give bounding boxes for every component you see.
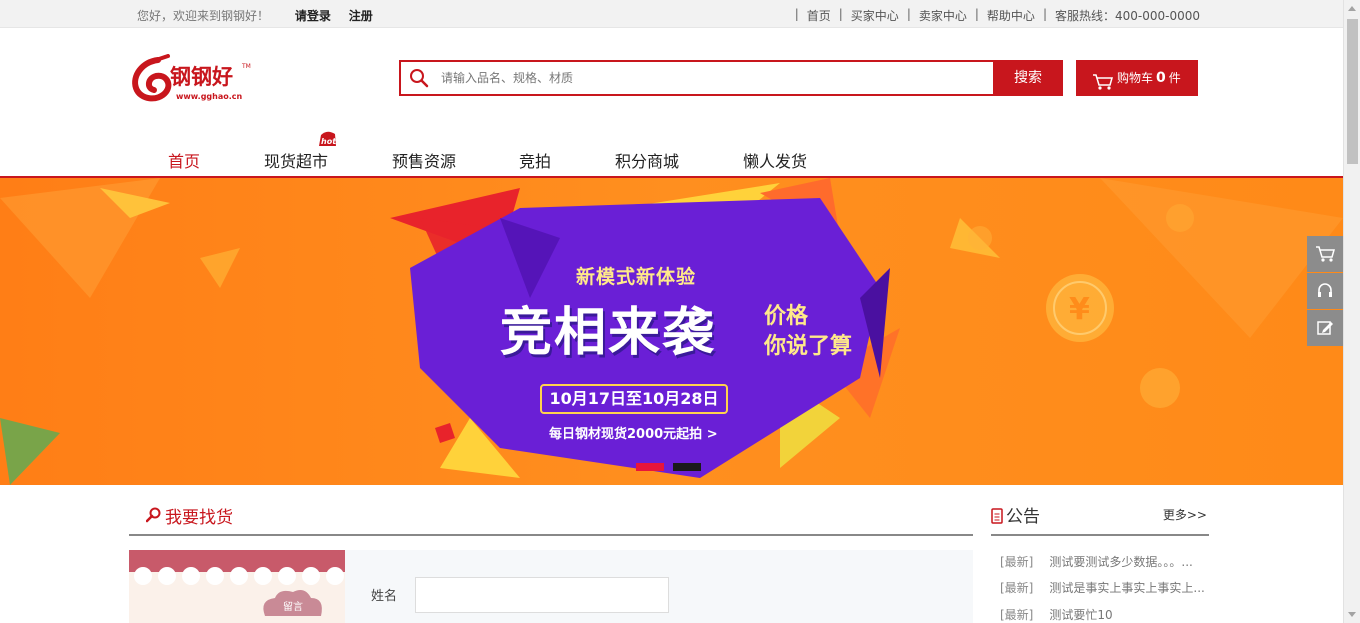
float-cart-button[interactable]	[1307, 236, 1343, 272]
headset-icon	[1318, 283, 1332, 297]
hotline-text: 客服热线：400-000-0000	[1054, 9, 1200, 23]
cart-icon	[1316, 246, 1335, 262]
svg-text:hot: hot	[321, 137, 337, 146]
banner-subtitle: 新模式新体验	[576, 266, 697, 288]
top-link-buyer-center[interactable]: 买家中心	[851, 7, 899, 24]
svg-text:¥: ¥	[1069, 292, 1090, 327]
cart-icon	[1092, 69, 1114, 105]
scrollbar-thumb[interactable]	[1347, 19, 1358, 164]
banner-date: 10月17日至10月28日	[540, 384, 728, 414]
search-bar: 搜索	[399, 60, 1063, 96]
site-logo[interactable]: 钢钢好 TM www.gghao.cn	[128, 54, 258, 104]
cart-label: 购物车	[1117, 71, 1154, 85]
find-goods-header: 我要找货	[129, 500, 973, 536]
svg-text:留言: 留言	[283, 600, 303, 613]
carousel-dot-1[interactable]	[636, 463, 664, 471]
page-scrollbar[interactable]	[1343, 0, 1360, 623]
logo-mark-icon: 钢钢好 TM www.gghao.cn	[132, 54, 251, 102]
logo-name: 钢钢好	[170, 65, 233, 89]
name-input[interactable]	[415, 577, 669, 613]
notice-item[interactable]: [最新] 测试要忙10	[1000, 606, 1113, 623]
banner-slogan: 价格 你说了算	[764, 304, 853, 359]
nav-item-lazy-shipping[interactable]: 懒人发货	[743, 148, 807, 172]
banner-title: 竞相来袭	[500, 303, 717, 363]
nav-item-auction[interactable]: 竞拍	[519, 148, 551, 172]
notice-item[interactable]: [最新] 测试是事实上事实上事实上...	[1000, 579, 1205, 596]
login-link[interactable]: 请登录	[295, 9, 331, 23]
main-nav: 首页 现货超市 预售资源 竞拍 积分商城 懒人发货	[0, 138, 1343, 178]
hot-badge: hot	[316, 131, 338, 147]
banner-cta[interactable]: 每日钢材现货2000元起拍 >	[549, 423, 718, 442]
find-goods-form: 留言 姓名	[129, 550, 973, 623]
cart-unit: 件	[1168, 71, 1181, 85]
cart-count: 0	[1156, 70, 1166, 86]
hero-banner[interactable]: ¥ 新模式新体验 竞相来袭 价格 你说了算 10月17日至10月28日 每日钢材现…	[0, 178, 1343, 485]
register-link[interactable]: 注册	[349, 9, 373, 23]
top-bar-links: | 首页 | 买家中心 | 卖家中心 | 帮助中心 | 客服热线：400-000…	[794, 7, 1200, 24]
top-bar: 您好，欢迎来到钢钢好！ 请登录 注册 | 首页 | 买家中心 | 卖家中心 | …	[0, 0, 1343, 28]
notice-title: 公告	[1006, 507, 1040, 527]
float-service-button[interactable]	[1307, 273, 1343, 309]
notice-icon	[991, 508, 1003, 527]
carousel-dot-2[interactable]	[673, 463, 701, 471]
cart-button[interactable]: 购物车 0 件	[1076, 60, 1198, 96]
scroll-down-icon[interactable]	[1348, 612, 1356, 617]
float-feedback-button[interactable]	[1307, 310, 1343, 346]
nav-item-points-mall[interactable]: 积分商城	[615, 148, 679, 172]
nav-item-presale[interactable]: 预售资源	[392, 148, 456, 172]
search-input[interactable]	[441, 64, 981, 92]
search-button[interactable]: 搜索	[993, 60, 1063, 96]
scroll-up-icon[interactable]	[1348, 6, 1356, 11]
notice-more-link[interactable]: 更多>>	[1163, 506, 1207, 523]
top-link-home[interactable]: 首页	[807, 7, 831, 24]
edit-icon	[1317, 321, 1333, 335]
top-link-help-center[interactable]: 帮助中心	[987, 7, 1035, 24]
nav-item-home[interactable]: 首页	[168, 148, 200, 172]
welcome-text: 您好，欢迎来到钢钢好！	[137, 9, 270, 23]
notice-item[interactable]: [最新] 测试要测试多少数据。。。...	[1000, 553, 1193, 570]
top-bar-left: 您好，欢迎来到钢钢好！ 请登录 注册	[137, 7, 387, 24]
search-icon	[409, 68, 429, 91]
logo-tm: TM	[241, 63, 251, 70]
search-icon	[145, 507, 162, 526]
notice-header: 公告 更多>>	[991, 500, 1209, 536]
top-link-seller-center[interactable]: 卖家中心	[919, 7, 967, 24]
logo-url: www.gghao.cn	[176, 92, 243, 101]
name-label: 姓名	[371, 589, 398, 604]
nav-item-spot-market[interactable]: 现货超市	[264, 148, 328, 172]
message-illustration: 留言	[129, 550, 345, 623]
find-goods-title: 我要找货	[165, 508, 233, 528]
